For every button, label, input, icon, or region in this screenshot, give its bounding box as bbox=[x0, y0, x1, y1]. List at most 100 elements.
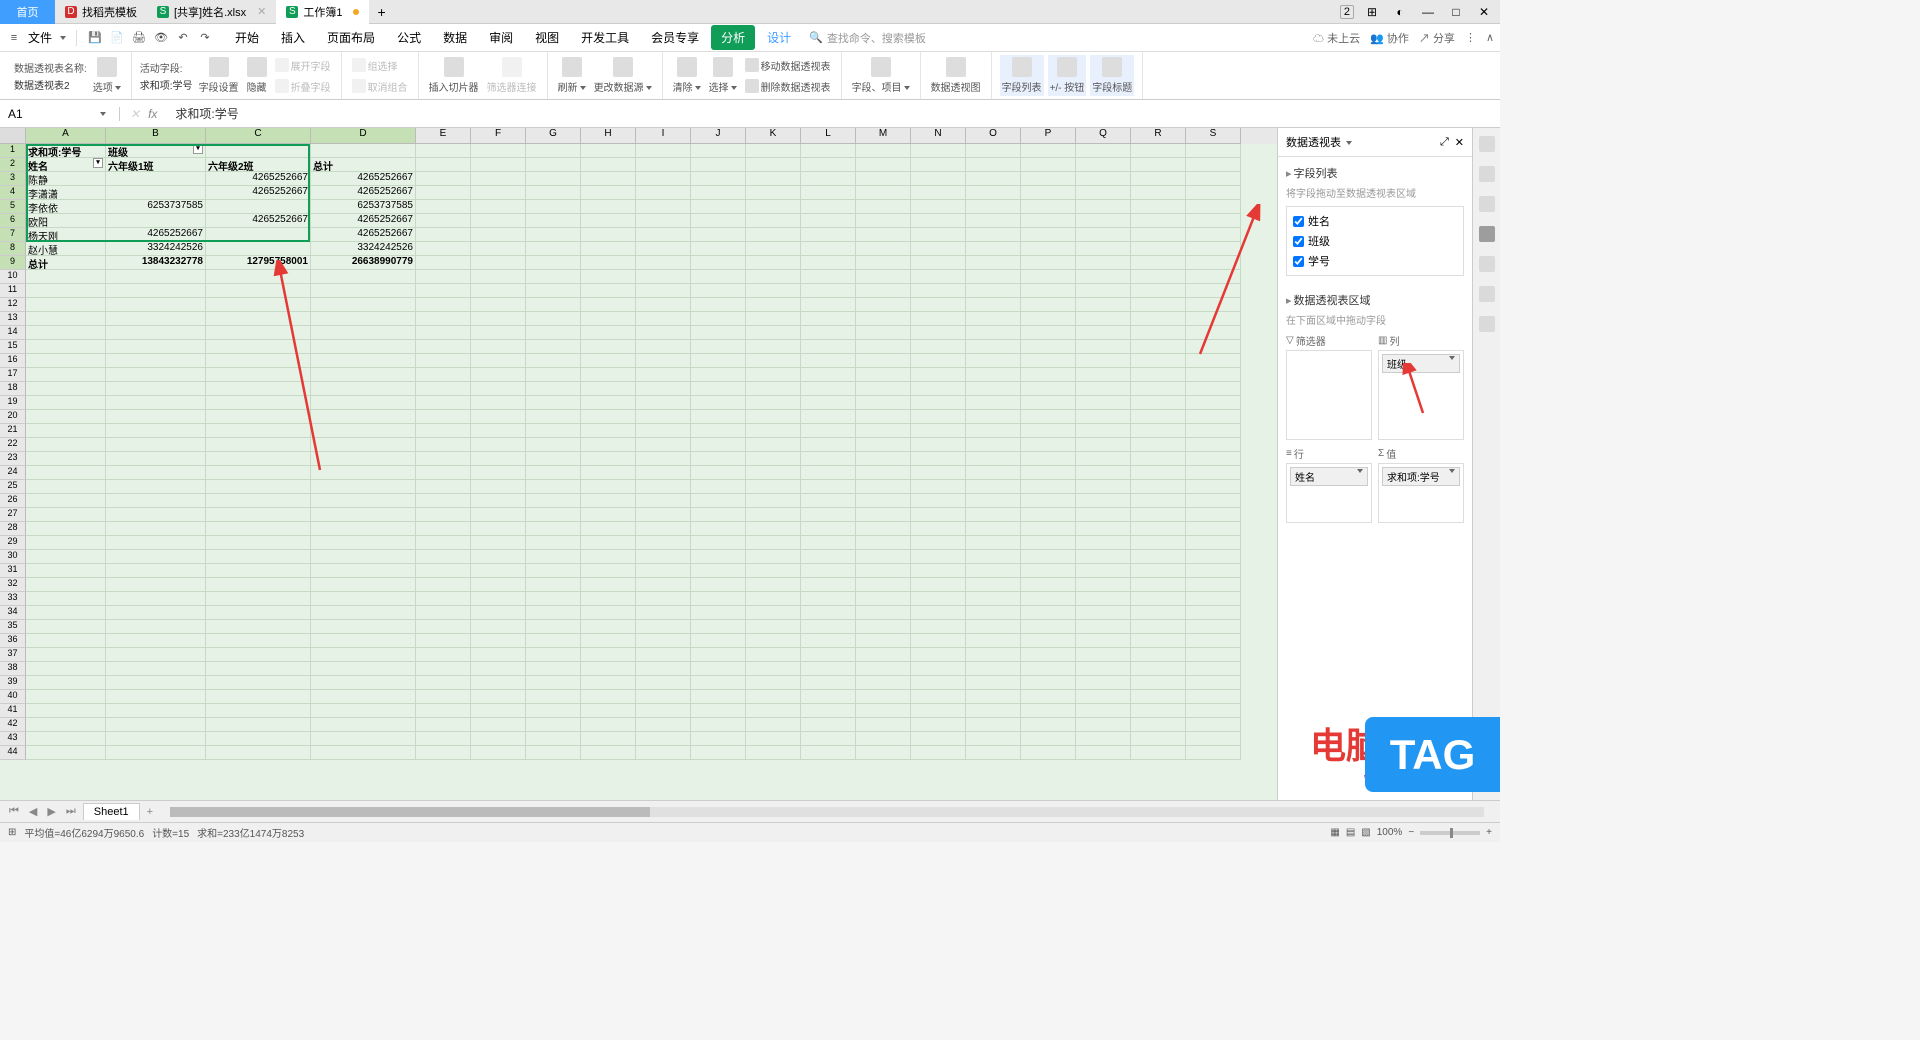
cell[interactable] bbox=[1021, 284, 1076, 298]
cell[interactable] bbox=[311, 536, 416, 550]
cell[interactable]: 4265252667 bbox=[311, 172, 416, 186]
cell[interactable] bbox=[1021, 508, 1076, 522]
cell[interactable] bbox=[746, 200, 801, 214]
cell[interactable] bbox=[526, 662, 581, 676]
cell[interactable] bbox=[471, 494, 526, 508]
cell[interactable] bbox=[746, 256, 801, 270]
cell[interactable] bbox=[416, 396, 471, 410]
cell[interactable] bbox=[801, 340, 856, 354]
cell[interactable] bbox=[581, 270, 636, 284]
cell[interactable] bbox=[1021, 312, 1076, 326]
cell[interactable] bbox=[416, 424, 471, 438]
cell[interactable] bbox=[416, 452, 471, 466]
cell[interactable] bbox=[801, 536, 856, 550]
row-header-6[interactable]: 6 bbox=[0, 214, 26, 228]
cell[interactable]: 26638990779 bbox=[311, 256, 416, 270]
more-menu[interactable]: ⋮ bbox=[1465, 31, 1476, 44]
cell[interactable] bbox=[636, 172, 691, 186]
cell[interactable] bbox=[691, 186, 746, 200]
cell[interactable] bbox=[801, 424, 856, 438]
cell[interactable] bbox=[1076, 606, 1131, 620]
cell[interactable] bbox=[1131, 382, 1186, 396]
cell[interactable] bbox=[746, 270, 801, 284]
cell[interactable] bbox=[691, 256, 746, 270]
col-header-B[interactable]: B bbox=[106, 128, 206, 144]
cell[interactable] bbox=[911, 732, 966, 746]
cell[interactable] bbox=[801, 480, 856, 494]
cell[interactable] bbox=[966, 480, 1021, 494]
cell[interactable] bbox=[911, 704, 966, 718]
cell[interactable] bbox=[691, 326, 746, 340]
cell[interactable] bbox=[106, 690, 206, 704]
field-headers-toggle[interactable]: 字段标题 bbox=[1090, 55, 1134, 96]
cell[interactable] bbox=[581, 256, 636, 270]
cell[interactable] bbox=[471, 550, 526, 564]
tab-workbook1[interactable]: S工作簿1 bbox=[276, 0, 369, 24]
tab-data[interactable]: 数据 bbox=[433, 25, 477, 50]
cell[interactable] bbox=[1186, 438, 1241, 452]
cell[interactable] bbox=[636, 214, 691, 228]
cell[interactable] bbox=[801, 298, 856, 312]
cell[interactable] bbox=[1076, 396, 1131, 410]
insert-slicer-button[interactable]: 插入切片器 bbox=[427, 55, 481, 96]
cell[interactable] bbox=[691, 648, 746, 662]
cell[interactable] bbox=[1021, 606, 1076, 620]
cell[interactable] bbox=[526, 508, 581, 522]
cell[interactable] bbox=[581, 480, 636, 494]
cell[interactable] bbox=[1131, 228, 1186, 242]
row-header-10[interactable]: 10 bbox=[0, 270, 26, 284]
cell[interactable] bbox=[746, 662, 801, 676]
menu-icon[interactable]: ≡ bbox=[6, 30, 22, 46]
cell[interactable] bbox=[526, 480, 581, 494]
cell[interactable] bbox=[911, 284, 966, 298]
cell[interactable] bbox=[26, 326, 106, 340]
cell[interactable]: 姓名▾ bbox=[26, 158, 106, 172]
pivot-chart-button[interactable]: 数据透视图 bbox=[929, 55, 983, 96]
cell[interactable] bbox=[691, 676, 746, 690]
delete-pivot-button[interactable]: 删除数据透视表 bbox=[743, 77, 833, 96]
cell[interactable] bbox=[1076, 508, 1131, 522]
cell[interactable] bbox=[911, 746, 966, 760]
cell[interactable] bbox=[1076, 144, 1131, 158]
cell[interactable] bbox=[1186, 620, 1241, 634]
cell[interactable] bbox=[1131, 508, 1186, 522]
cell[interactable] bbox=[1131, 522, 1186, 536]
cell[interactable] bbox=[206, 732, 311, 746]
cell[interactable] bbox=[856, 648, 911, 662]
cell[interactable] bbox=[416, 256, 471, 270]
cell[interactable] bbox=[26, 690, 106, 704]
cell[interactable] bbox=[636, 592, 691, 606]
cell[interactable] bbox=[801, 732, 856, 746]
cell[interactable] bbox=[966, 312, 1021, 326]
col-header-C[interactable]: C bbox=[206, 128, 311, 144]
cell[interactable] bbox=[471, 214, 526, 228]
cell[interactable] bbox=[966, 382, 1021, 396]
cell[interactable] bbox=[746, 676, 801, 690]
cell[interactable] bbox=[1131, 606, 1186, 620]
cell[interactable] bbox=[1186, 298, 1241, 312]
sheet-tab-1[interactable]: Sheet1 bbox=[83, 803, 140, 820]
cell[interactable] bbox=[1186, 200, 1241, 214]
cell[interactable] bbox=[856, 298, 911, 312]
view-page-icon[interactable]: ▤ bbox=[1346, 827, 1355, 838]
field-item-class[interactable]: 班级 bbox=[1291, 231, 1459, 251]
cell[interactable] bbox=[911, 172, 966, 186]
cell[interactable] bbox=[691, 522, 746, 536]
cell[interactable] bbox=[966, 270, 1021, 284]
cell[interactable] bbox=[416, 242, 471, 256]
cell[interactable] bbox=[636, 564, 691, 578]
cell[interactable] bbox=[526, 620, 581, 634]
cell[interactable] bbox=[911, 592, 966, 606]
cell[interactable] bbox=[636, 704, 691, 718]
tab-docer[interactable]: D找稻壳模板 bbox=[55, 0, 147, 24]
cell[interactable] bbox=[1131, 536, 1186, 550]
row-header-16[interactable]: 16 bbox=[0, 354, 26, 368]
cell[interactable] bbox=[1131, 662, 1186, 676]
cell[interactable] bbox=[1021, 354, 1076, 368]
cell[interactable] bbox=[911, 508, 966, 522]
cell[interactable] bbox=[1186, 718, 1241, 732]
cell[interactable] bbox=[106, 564, 206, 578]
cell[interactable] bbox=[311, 396, 416, 410]
cell[interactable]: 6253737585 bbox=[311, 200, 416, 214]
cell[interactable] bbox=[1076, 494, 1131, 508]
